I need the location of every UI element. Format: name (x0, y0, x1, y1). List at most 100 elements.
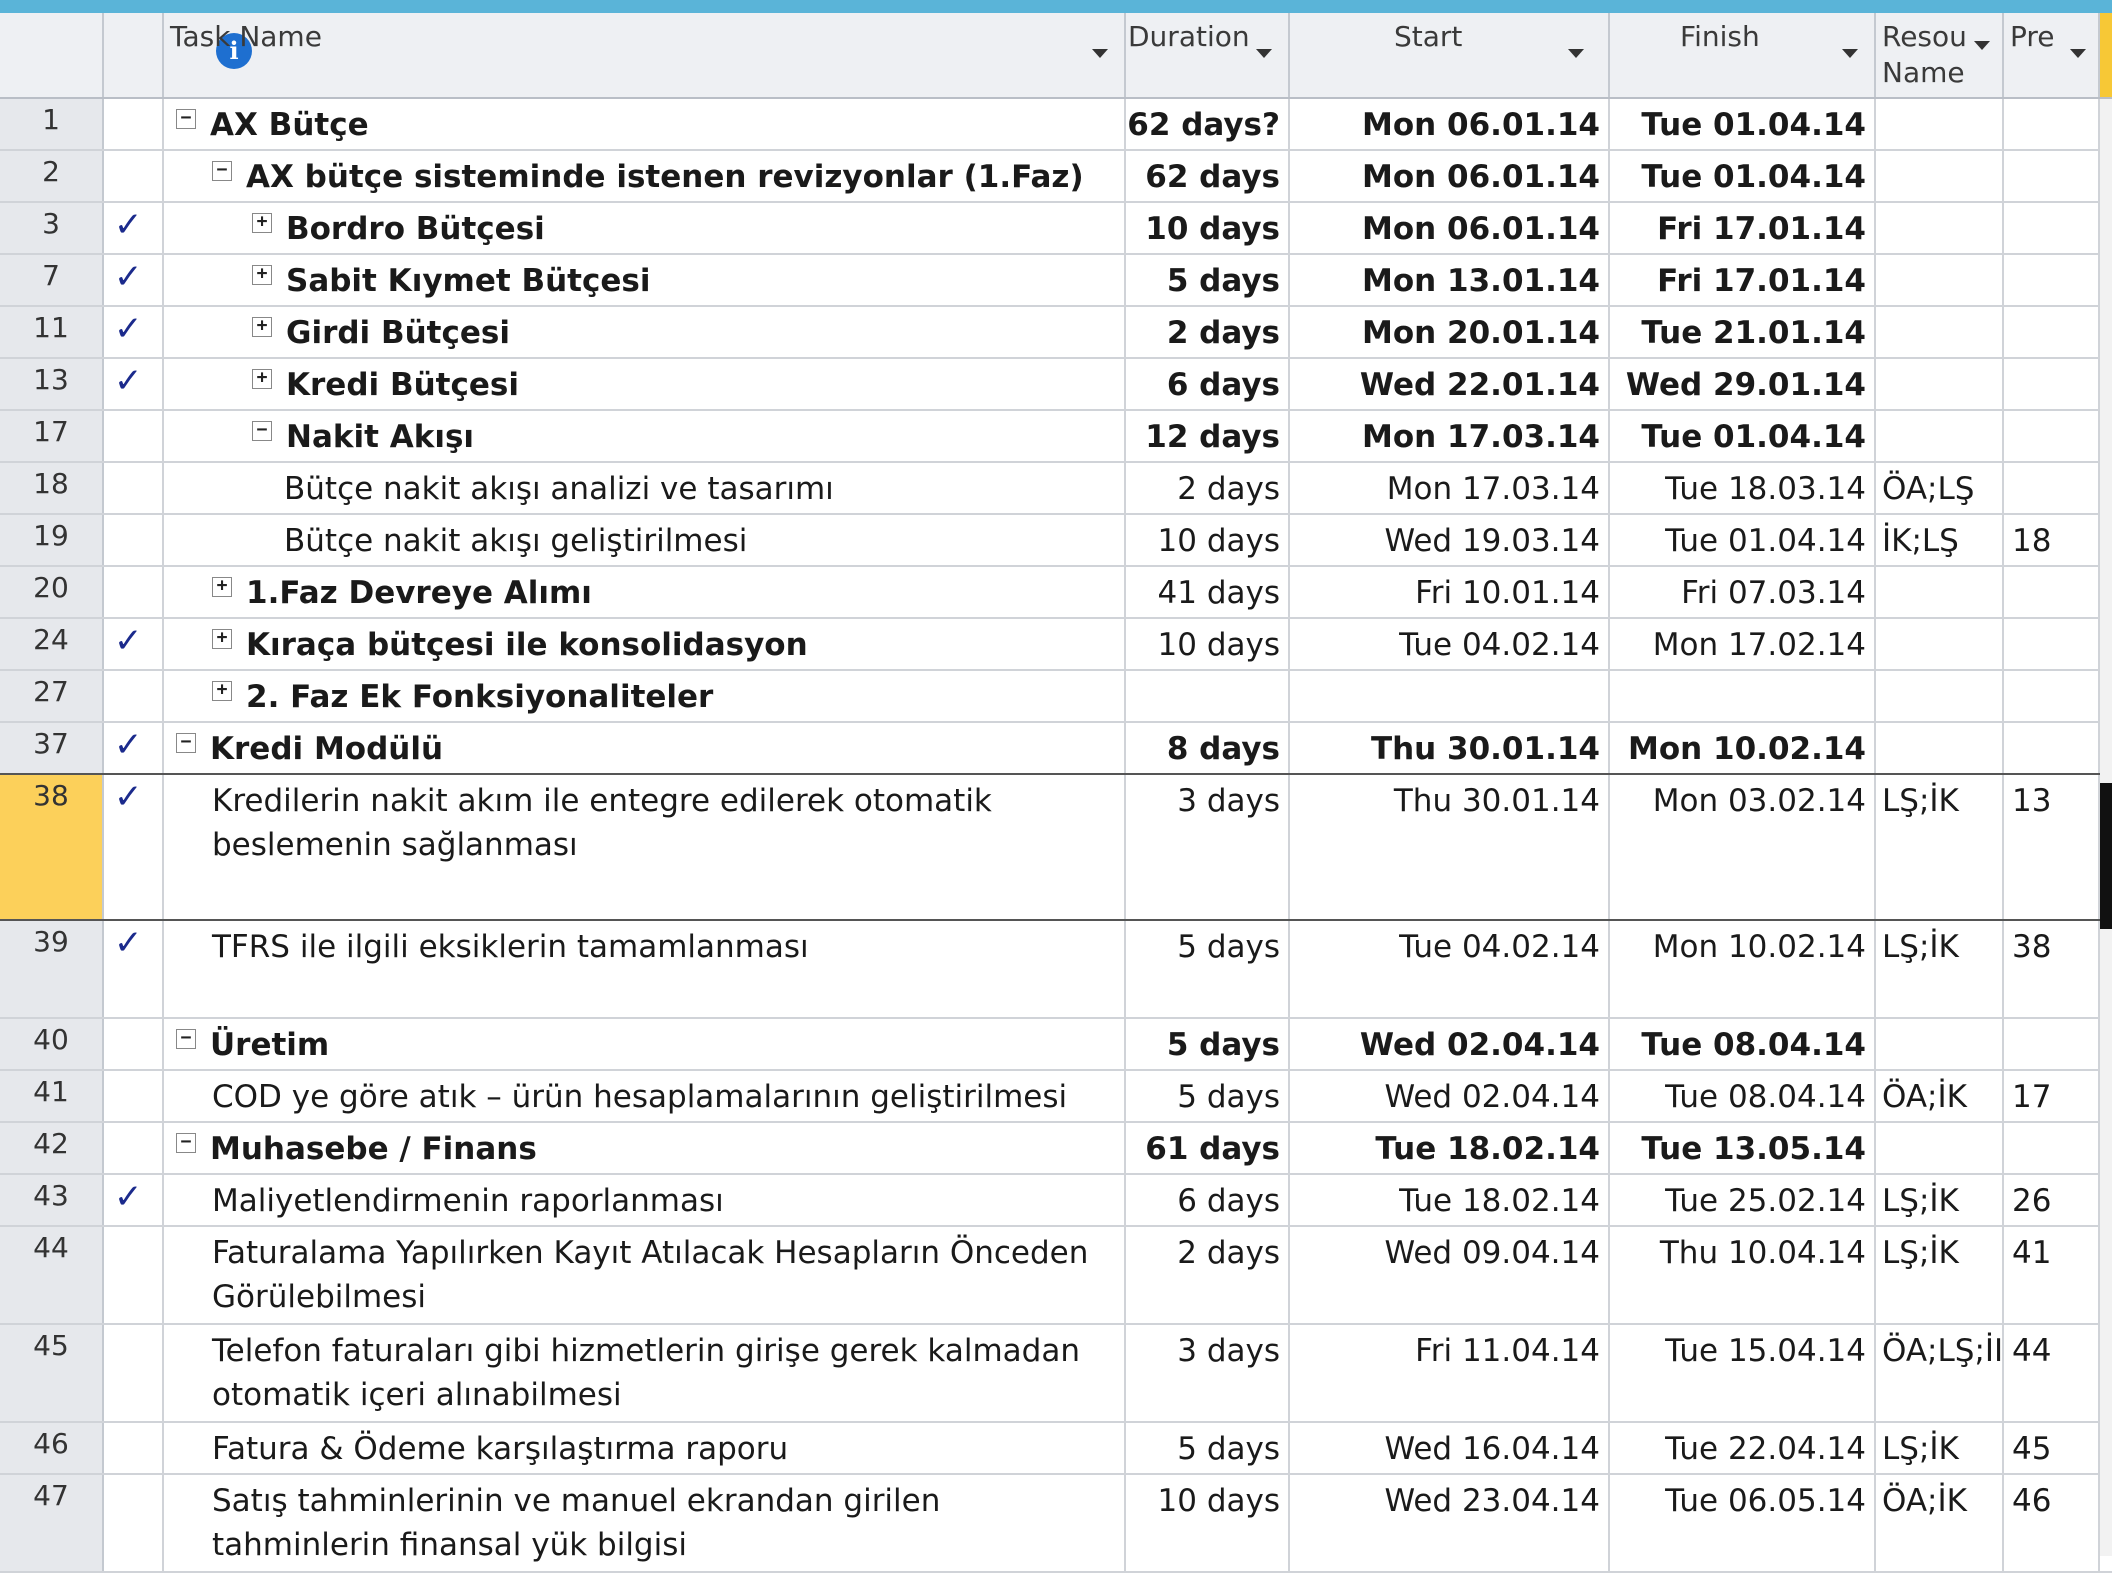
expand-icon[interactable]: + (252, 369, 272, 389)
task-row[interactable]: 44 Faturalama Yapılırken Kayıt Atılacak H… (0, 1227, 2112, 1325)
task-row[interactable]: 13 ✓ + Kredi Bütçesi 6 days Wed 22.01.14 Wed 2… (0, 359, 2112, 411)
task-row[interactable]: 27 +2. Faz Ek Fonksiyonaliteler (0, 671, 2112, 723)
dropdown-arrow-icon[interactable] (2070, 49, 2086, 58)
resource-cell[interactable] (1876, 203, 2004, 253)
finish-cell[interactable]: Tue 01.04.14 (1610, 99, 1876, 149)
task-row[interactable]: 18 Bütçe nakit akışı analizi ve tasarımı 2… (0, 463, 2112, 515)
header-start[interactable]: Start (1290, 13, 1610, 97)
start-cell[interactable] (1290, 671, 1610, 721)
collapse-icon[interactable]: − (252, 421, 272, 441)
resource-cell[interactable]: LŞ;İK (1876, 775, 2004, 919)
task-row[interactable]: 19 Bütçe nakit akışı geliştirilmesi 10 day… (0, 515, 2112, 567)
task-name-cell[interactable]: Bütçe nakit akışı geliştirilmesi (164, 515, 1126, 565)
task-name-cell[interactable]: − Muhasebe / Finans (164, 1123, 1126, 1173)
duration-cell[interactable]: 10 days (1126, 203, 1290, 253)
row-id-cell[interactable]: 2 (0, 151, 104, 201)
finish-cell[interactable]: Wed 29.01.14 (1610, 359, 1876, 409)
finish-cell[interactable]: Mon 17.02.14 (1610, 619, 1876, 669)
finish-cell[interactable]: Fri 07.03.14 (1610, 567, 1876, 617)
task-row[interactable]: 7 ✓ + Sabit Kıymet Bütçesi 5 days Mon 13.01.1… (0, 255, 2112, 307)
predecessor-cell[interactable] (2004, 255, 2100, 305)
task-row[interactable]: 39 ✓ TFRS ile ilgili eksiklerin tamamlanma… (0, 921, 2112, 1019)
header-finish[interactable]: Finish (1610, 13, 1876, 97)
row-id-cell[interactable]: 41 (0, 1071, 104, 1121)
start-cell[interactable]: Mon 20.01.14 (1290, 307, 1610, 357)
start-cell[interactable]: Tue 18.02.14 (1290, 1123, 1610, 1173)
predecessor-cell[interactable] (2004, 671, 2100, 721)
resource-cell[interactable] (1876, 307, 2004, 357)
task-row[interactable]: 37 ✓ − Kredi Modülü 8 days Thu 30.01.14 Mon 10… (0, 723, 2112, 775)
row-id-cell[interactable]: 11 (0, 307, 104, 357)
dropdown-arrow-icon[interactable] (1974, 41, 1990, 50)
task-name-cell[interactable]: Telefon faturaları gibi hizmetlerin giri… (164, 1325, 1126, 1421)
start-cell[interactable]: Tue 04.02.14 (1290, 619, 1610, 669)
row-id-cell[interactable]: 45 (0, 1325, 104, 1421)
row-id-cell[interactable]: 46 (0, 1423, 104, 1473)
finish-cell[interactable]: Tue 08.04.14 (1610, 1019, 1876, 1069)
expand-icon[interactable]: + (212, 577, 232, 597)
task-row[interactable]: 20 +1.Faz Devreye Alımı 41 days Fri 10.01.1… (0, 567, 2112, 619)
row-id-cell[interactable]: 19 (0, 515, 104, 565)
row-id-cell[interactable]: 43 (0, 1175, 104, 1225)
duration-cell[interactable]: 2 days (1126, 307, 1290, 357)
start-cell[interactable]: Wed 02.04.14 (1290, 1071, 1610, 1121)
task-row[interactable]: 24 ✓ + Kıraça bütçesi ile konsolidasyon 10 d… (0, 619, 2112, 671)
resource-cell[interactable]: LŞ;İK (1876, 1423, 2004, 1473)
finish-cell[interactable] (1610, 671, 1876, 721)
predecessor-cell[interactable] (2004, 619, 2100, 669)
resource-cell[interactable] (1876, 99, 2004, 149)
task-name-cell[interactable]: + Sabit Kıymet Bütçesi (164, 255, 1126, 305)
predecessor-cell[interactable]: 17 (2004, 1071, 2100, 1121)
row-id-cell[interactable]: 37 (0, 723, 104, 773)
start-cell[interactable]: Wed 19.03.14 (1290, 515, 1610, 565)
start-cell[interactable]: Wed 23.04.14 (1290, 1475, 1610, 1571)
start-cell[interactable]: Thu 30.01.14 (1290, 723, 1610, 773)
finish-cell[interactable]: Tue 15.04.14 (1610, 1325, 1876, 1421)
task-name-cell[interactable]: + Bordro Bütçesi (164, 203, 1126, 253)
resource-cell[interactable] (1876, 567, 2004, 617)
row-id-cell[interactable]: 40 (0, 1019, 104, 1069)
row-id-cell[interactable]: 27 (0, 671, 104, 721)
row-id-cell[interactable]: 7 (0, 255, 104, 305)
finish-cell[interactable]: Thu 10.04.14 (1610, 1227, 1876, 1323)
predecessor-cell[interactable]: 13 (2004, 775, 2100, 919)
start-cell[interactable]: Mon 17.03.14 (1290, 463, 1610, 513)
row-id-cell[interactable]: 24 (0, 619, 104, 669)
task-name-cell[interactable]: + Kıraça bütçesi ile konsolidasyon (164, 619, 1126, 669)
row-id-cell[interactable]: 42 (0, 1123, 104, 1173)
start-cell[interactable]: Wed 09.04.14 (1290, 1227, 1610, 1323)
predecessor-cell[interactable]: 45 (2004, 1423, 2100, 1473)
dropdown-arrow-icon[interactable] (1842, 49, 1858, 58)
predecessor-cell[interactable]: 44 (2004, 1325, 2100, 1421)
start-cell[interactable]: Mon 06.01.14 (1290, 151, 1610, 201)
task-name-cell[interactable]: TFRS ile ilgili eksiklerin tamamlanması (164, 921, 1126, 1017)
start-cell[interactable]: Tue 18.02.14 (1290, 1175, 1610, 1225)
resource-cell[interactable] (1876, 1123, 2004, 1173)
predecessor-cell[interactable]: 18 (2004, 515, 2100, 565)
resource-cell[interactable] (1876, 723, 2004, 773)
row-id-cell[interactable]: 44 (0, 1227, 104, 1323)
start-cell[interactable]: Fri 10.01.14 (1290, 567, 1610, 617)
predecessor-cell[interactable]: 26 (2004, 1175, 2100, 1225)
row-id-cell[interactable]: 1 (0, 99, 104, 149)
row-id-cell[interactable]: 13 (0, 359, 104, 409)
start-cell[interactable]: Thu 30.01.14 (1290, 775, 1610, 919)
duration-cell[interactable]: 5 days (1126, 1019, 1290, 1069)
resource-cell[interactable]: ÖA;İK (1876, 1475, 2004, 1571)
task-name-cell[interactable]: Faturalama Yapılırken Kayıt Atılacak Hes… (164, 1227, 1126, 1323)
start-cell[interactable]: Fri 11.04.14 (1290, 1325, 1610, 1421)
finish-cell[interactable]: Tue 06.05.14 (1610, 1475, 1876, 1571)
predecessor-cell[interactable] (2004, 1123, 2100, 1173)
duration-cell[interactable]: 62 days (1126, 151, 1290, 201)
task-row[interactable]: 3 ✓ + Bordro Bütçesi 10 days Mon 06.01.14 Fri … (0, 203, 2112, 255)
row-id-cell[interactable]: 18 (0, 463, 104, 513)
dropdown-arrow-icon[interactable] (1092, 49, 1108, 58)
resource-cell[interactable]: LŞ;İK (1876, 921, 2004, 1017)
resource-cell[interactable]: LŞ;İK (1876, 1227, 2004, 1323)
collapse-icon[interactable]: − (176, 109, 196, 129)
task-name-cell[interactable]: Satış tahminlerinin ve manuel ekrandan g… (164, 1475, 1126, 1571)
dropdown-arrow-icon[interactable] (1256, 49, 1272, 58)
task-row[interactable]: 1− AX Bütçe 62 days? Mon 06.01.14 Tue 01.04.… (0, 99, 2112, 151)
duration-cell[interactable]: 8 days (1126, 723, 1290, 773)
duration-cell[interactable]: 5 days (1126, 255, 1290, 305)
